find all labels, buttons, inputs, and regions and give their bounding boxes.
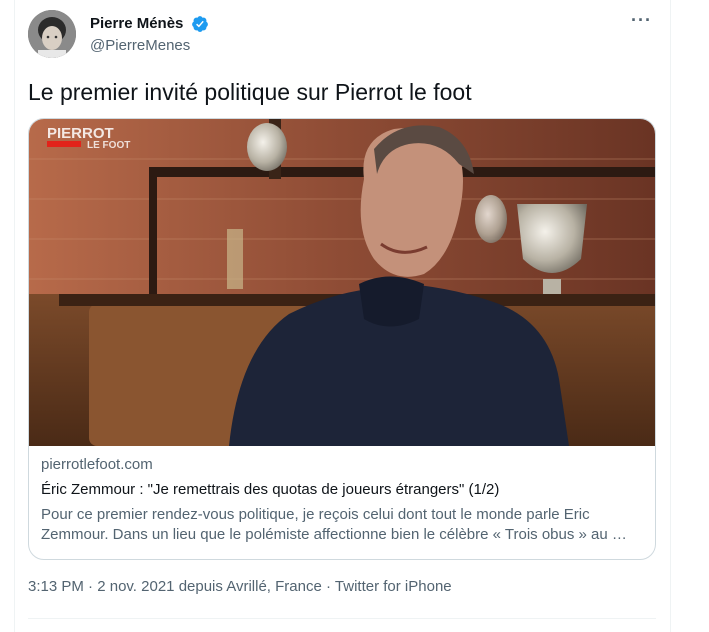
more-options-button[interactable]: ··· [631, 10, 652, 31]
meta-separator: · [326, 578, 331, 595]
meta-separator: · [88, 578, 94, 595]
link-card[interactable]: PIERROT LE FOOT pierrotlefoot.com Éric Z… [28, 118, 656, 560]
card-body: pierrotlefoot.com Éric Zemmour : "Je rem… [41, 455, 643, 545]
tweet-header: Pierre Ménès @PierreMenes ··· [28, 10, 656, 62]
tweet-time[interactable]: 3:13 PM [28, 578, 84, 595]
tweet-location: depuis Avrillé, France [178, 578, 322, 595]
card-title: Éric Zemmour : "Je remettrais des quotas… [41, 481, 500, 498]
svg-text:LE FOOT: LE FOOT [87, 140, 130, 151]
timeline-border-right [670, 0, 671, 632]
tweet-metadata: 3:13 PM · 2 nov. 2021 depuis Avrillé, Fr… [28, 578, 452, 595]
tweet[interactable]: Pierre Ménès @PierreMenes ··· Le premier… [14, 0, 670, 632]
tweet-source[interactable]: Twitter for iPhone [335, 578, 452, 595]
card-description: Pour ce premier rendez-vous politique, j… [41, 506, 627, 543]
card-thumbnail-image: PIERROT LE FOOT [29, 119, 655, 446]
card-domain: pierrotlefoot.com [41, 456, 153, 473]
author-names: Pierre Ménès @PierreMenes [90, 14, 209, 56]
tweet-date[interactable]: 2 nov. 2021 [97, 578, 174, 595]
author-handle[interactable]: @PierreMenes [90, 36, 209, 56]
avatar[interactable] [28, 10, 76, 58]
author-display-name[interactable]: Pierre Ménès [90, 14, 183, 34]
divider [28, 618, 656, 619]
verified-badge-icon [191, 16, 208, 32]
tweet-text: Le premier invité politique sur Pierrot … [28, 79, 472, 105]
